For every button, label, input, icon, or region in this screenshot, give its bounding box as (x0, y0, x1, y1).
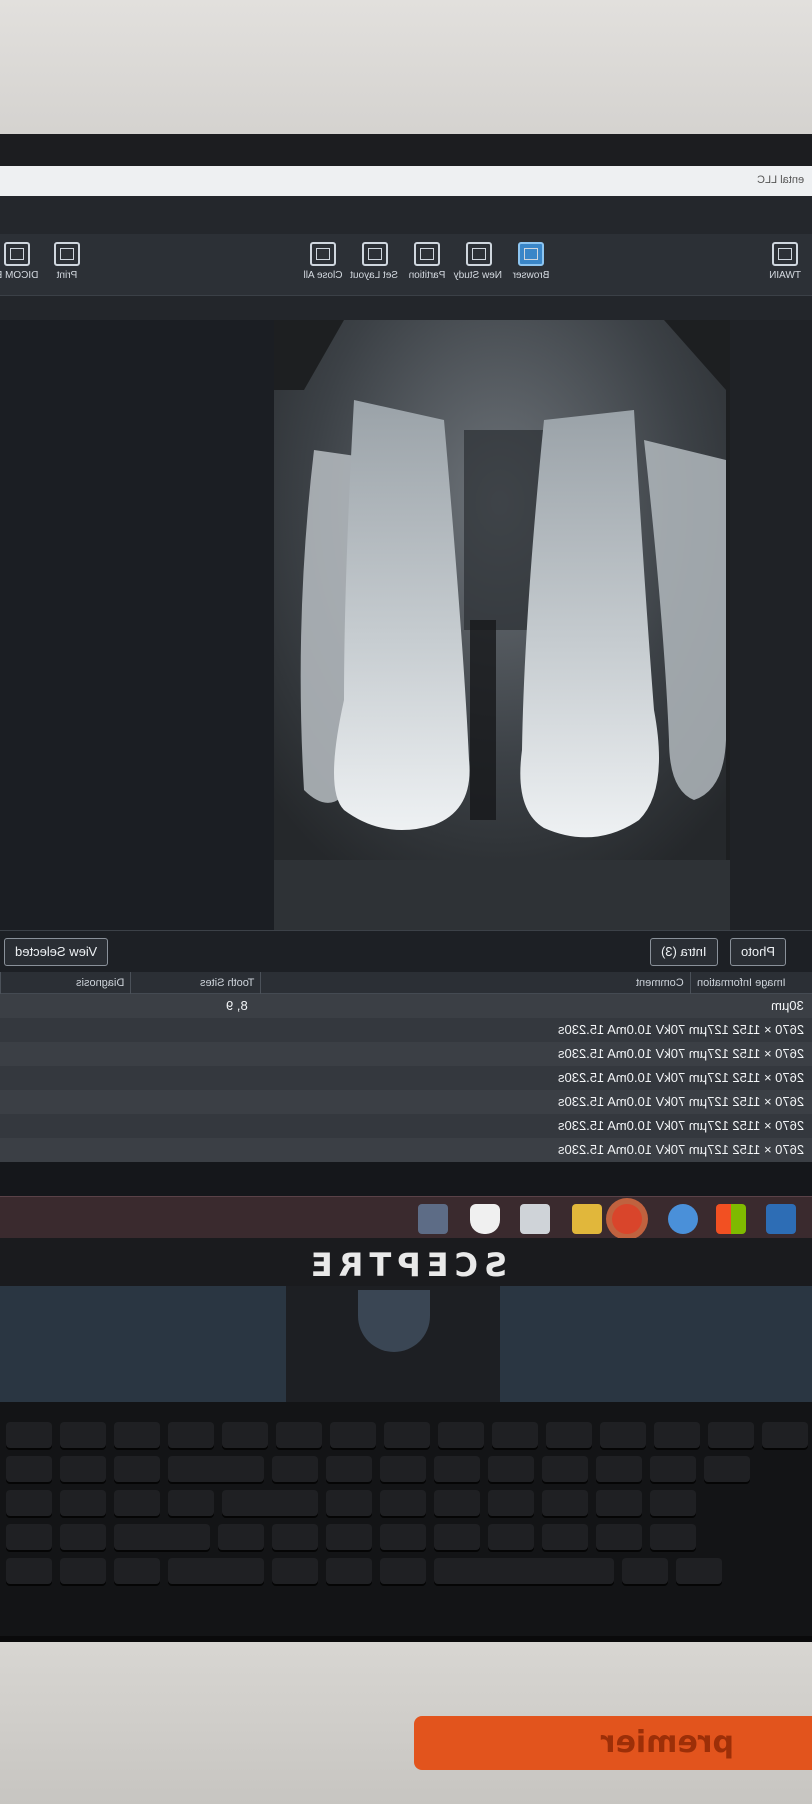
main-toolbar: TWAIN Browser New Study Partition Set La… (0, 234, 812, 296)
monitor-bezel-top (0, 134, 812, 168)
close-all-icon (310, 242, 336, 266)
cell-image-information: 2670 × 1152 127µm 70kV 10.0mA 15.230s (557, 1118, 804, 1133)
dicom-icon (4, 242, 30, 266)
layout-icon (362, 242, 388, 266)
dicom-label: DICOM E (0, 270, 39, 281)
cell-image-information: 2670 × 1152 127µm 70kV 10.0mA 15.230s (557, 1142, 804, 1157)
cell-image-information: 2670 × 1152 127µm 70kV 10.0mA 15.230s (557, 1070, 804, 1085)
table-header: Image Information Comment Tooth Sites Di… (0, 972, 812, 994)
new-study-button[interactable]: New Study (453, 242, 502, 281)
keyboard-row (0, 1422, 812, 1450)
twain-label: TWAIN (769, 270, 801, 281)
monitor-screen: ental LLC TWAIN Browser New Study Partit… (0, 166, 812, 1240)
image-viewer (0, 320, 812, 930)
orange-desk-sign: premier (414, 1716, 812, 1770)
table-row[interactable]: 2670 × 1152 127µm 70kV 10.0mA 15.230s (0, 1138, 812, 1162)
tooth-icon[interactable] (470, 1204, 500, 1234)
twain-scanner-icon (772, 242, 798, 266)
table-row[interactable]: 30µm 8, 9 (0, 994, 812, 1018)
xray-svg (274, 320, 730, 930)
twain-button[interactable]: TWAIN (762, 242, 808, 281)
menu-bar (0, 196, 812, 234)
monitor-brand-logo: SCEPTRE (304, 1246, 508, 1284)
windows-store-icon[interactable] (716, 1204, 746, 1234)
cell-image-information: 30µm (771, 998, 804, 1013)
set-layout-label: Set Layout (350, 270, 398, 281)
column-tooth-sites-label: Tooth Sites (199, 977, 254, 989)
tab-photo-label: Photo (741, 944, 775, 959)
image-tab-strip: Intra (3) Photo View Selected (0, 930, 812, 972)
view-selected-label: View Selected (15, 944, 98, 959)
window-titlebar: ental LLC (0, 166, 812, 196)
partition-icon (414, 242, 440, 266)
chat-icon[interactable] (668, 1204, 698, 1234)
browser-grid-icon (518, 242, 544, 266)
image-table-body: 30µm 8, 9 2670 × 1152 127µm 70kV 10.0mA … (0, 994, 812, 1204)
tab-intra-label: Intra (3) (661, 944, 707, 959)
cell-image-information: 2670 × 1152 127µm 70kV 10.0mA 15.230s (557, 1046, 804, 1061)
viewer-left-pane (0, 320, 274, 930)
cell-tooth-sites: 8, 9 (226, 998, 248, 1013)
partition-button[interactable]: Partition (404, 242, 450, 281)
printer-icon (54, 242, 80, 266)
windows-taskbar (0, 1196, 812, 1240)
outlook-icon[interactable] (766, 1204, 796, 1234)
window-title: ental LLC (756, 174, 804, 186)
column-tooth-sites[interactable]: Tooth Sites (130, 972, 260, 994)
view-selected-button[interactable]: View Selected (4, 938, 109, 966)
new-study-icon (466, 242, 492, 266)
notes-icon[interactable] (520, 1204, 550, 1234)
cell-image-information: 2670 × 1152 127µm 70kV 10.0mA 15.230s (557, 1094, 804, 1109)
keyboard (0, 1402, 812, 1642)
tab-photo[interactable]: Photo (730, 938, 786, 966)
table-row[interactable]: 2670 × 1152 127µm 70kV 10.0mA 15.230s (0, 1042, 812, 1066)
keyboard-row (0, 1558, 812, 1586)
app-r-icon[interactable] (418, 1204, 448, 1234)
new-study-label: New Study (453, 270, 502, 281)
print-button[interactable]: Print (44, 242, 90, 281)
column-diagnosis[interactable]: Diagnosis (0, 972, 130, 994)
tab-intra[interactable]: Intra (3) (650, 938, 718, 966)
print-label: Print (56, 270, 78, 281)
keyboard-row (0, 1490, 812, 1518)
column-comment[interactable]: Comment (260, 972, 690, 994)
table-row[interactable]: 2670 × 1152 127µm 70kV 10.0mA 15.230s (0, 1066, 812, 1090)
column-image-information-label: Image Information (697, 977, 786, 989)
table-row[interactable]: 2670 × 1152 127µm 70kV 10.0mA 15.230s (0, 1114, 812, 1138)
dicom-export-button[interactable]: DICOM E (0, 242, 40, 281)
wall-background (0, 0, 812, 140)
toolbar-spacer (0, 296, 812, 320)
set-layout-button[interactable]: Set Layout (350, 242, 398, 281)
column-comment-label: Comment (636, 977, 684, 989)
column-image-information[interactable]: Image Information (690, 972, 812, 994)
browser-label: Browser (512, 270, 550, 281)
file-explorer-icon[interactable] (572, 1204, 602, 1234)
partition-label: Partition (408, 270, 446, 281)
viewer-right-pane (730, 320, 812, 930)
browser-button[interactable]: Browser (508, 242, 554, 281)
cell-image-information: 2670 × 1152 127µm 70kV 10.0mA 15.230s (557, 1022, 804, 1037)
close-all-label: Close All (303, 270, 343, 281)
table-row[interactable]: 2670 × 1152 127µm 70kV 10.0mA 15.230s (0, 1018, 812, 1042)
keyboard-row (0, 1524, 812, 1552)
table-row[interactable]: 2670 × 1152 127µm 70kV 10.0mA 15.230s (0, 1090, 812, 1114)
close-all-button[interactable]: Close All (300, 242, 346, 281)
dental-xray-image[interactable] (274, 320, 730, 930)
app-red-icon[interactable] (612, 1204, 642, 1234)
column-diagnosis-label: Diagnosis (75, 977, 124, 989)
keyboard-row (0, 1456, 812, 1484)
